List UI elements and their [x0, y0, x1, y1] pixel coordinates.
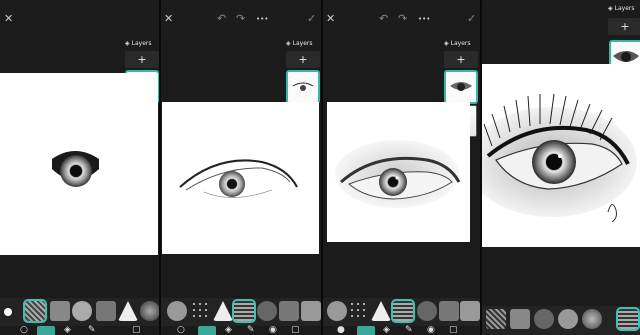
- drawing-canvas[interactable]: [482, 64, 640, 247]
- brush-selector: [0, 298, 160, 326]
- layers-stack-icon: ◈: [608, 4, 613, 12]
- texture-brush[interactable]: [510, 309, 530, 329]
- charcoal-brush[interactable]: [232, 299, 256, 323]
- layers-header: ◈ Layers: [125, 36, 160, 50]
- layers-title: Layers: [450, 39, 471, 47]
- charcoal-brush[interactable]: [486, 309, 506, 329]
- layers-stack-icon: ◈: [125, 39, 130, 47]
- add-layer-button[interactable]: +: [286, 51, 320, 68]
- eraser-icon[interactable]: ◈: [64, 325, 71, 335]
- step-panel-4: ◈ Layers +: [482, 0, 640, 335]
- layers-header: ◈ Layers: [444, 36, 480, 50]
- color-swatch-icon[interactable]: ○: [177, 325, 185, 335]
- charcoal-brush[interactable]: [23, 299, 47, 323]
- ink-brush[interactable]: [118, 301, 138, 321]
- soft-brush[interactable]: [582, 309, 602, 329]
- color-swatch-icon[interactable]: ○: [20, 325, 28, 335]
- charcoal-brush[interactable]: [391, 299, 415, 323]
- add-layer-button[interactable]: +: [125, 51, 159, 68]
- brush-tool-active[interactable]: [357, 326, 375, 335]
- soft-brush[interactable]: [301, 301, 321, 321]
- round-brush[interactable]: [4, 308, 12, 316]
- smudge-icon[interactable]: ✎: [405, 325, 413, 335]
- select-icon[interactable]: ▢: [291, 325, 300, 335]
- eye-drawing: [335, 140, 461, 208]
- brush-tool-active[interactable]: [198, 326, 216, 335]
- layer-thumbnail-active[interactable]: [444, 70, 478, 104]
- soft-brush[interactable]: [460, 301, 480, 321]
- texture-brush[interactable]: [327, 301, 347, 321]
- blend-brush[interactable]: [558, 309, 578, 329]
- eye-drawing: [52, 151, 99, 187]
- layers-title: Layers: [292, 39, 313, 47]
- sponge-brush[interactable]: [417, 301, 437, 321]
- blend-brush[interactable]: [439, 301, 459, 321]
- eye-drawing: [179, 159, 298, 198]
- eye-drawing: [482, 93, 637, 223]
- top-toolbar: ✕ ↶ ↷ ••• ✓: [323, 0, 480, 40]
- layers-header: ◈ Layers: [286, 36, 321, 50]
- close-icon[interactable]: ✕: [326, 13, 335, 25]
- layers-stack-icon: ◈: [444, 39, 449, 47]
- top-toolbar: ✕ ↶ ↷ ••• ✓: [161, 0, 321, 40]
- texture-brush[interactable]: [167, 301, 187, 321]
- close-icon[interactable]: ✕: [164, 13, 173, 25]
- fill-icon[interactable]: ◉: [427, 325, 435, 335]
- fill-icon[interactable]: ◉: [269, 325, 277, 335]
- spray-brush[interactable]: [616, 307, 640, 331]
- step-panel-3: ✕ ↶ ↷ ••• ✓ ◈ Layers + ● ◈ ✎ ◉ ▢: [323, 0, 480, 335]
- sponge-brush[interactable]: [96, 301, 116, 321]
- layer-preview-art: [292, 82, 314, 91]
- spray-brush[interactable]: [349, 301, 369, 321]
- layers-stack-icon: ◈: [286, 39, 291, 47]
- layers-title: Layers: [614, 4, 635, 12]
- undo-icon[interactable]: ↶: [217, 13, 226, 25]
- sponge-brush[interactable]: [534, 309, 554, 329]
- undo-icon[interactable]: ↶: [379, 13, 388, 25]
- blend-brush[interactable]: [50, 301, 70, 321]
- select-icon[interactable]: ▢: [449, 325, 458, 335]
- redo-icon[interactable]: ↷: [398, 13, 407, 25]
- top-toolbar: ✕: [0, 0, 160, 40]
- drawing-canvas[interactable]: [0, 73, 158, 255]
- add-layer-button[interactable]: +: [608, 18, 640, 35]
- bottom-toolbar: ● ◈ ✎ ◉ ▢: [323, 325, 480, 335]
- brush-selector: [161, 298, 321, 326]
- confirm-icon[interactable]: ✓: [307, 13, 316, 25]
- layers-title: Layers: [131, 39, 152, 47]
- drawing-canvas[interactable]: [162, 102, 319, 254]
- more-icon[interactable]: •••: [418, 13, 430, 25]
- eraser-icon[interactable]: ◈: [383, 325, 390, 335]
- step-panel-1: ✕ ◈ Layers + ○ ◈ ✎ ▢: [0, 0, 160, 335]
- more-icon[interactable]: •••: [256, 13, 268, 25]
- step-panel-2: ✕ ↶ ↷ ••• ✓ ◈ Layers + ○ ◈ ✎ ◉ ▢: [161, 0, 321, 335]
- drawing-canvas[interactable]: [327, 102, 470, 242]
- brush-selector: [482, 306, 640, 335]
- brush-tool-active[interactable]: [37, 326, 55, 335]
- ink-brush[interactable]: [213, 301, 233, 321]
- soft-brush[interactable]: [140, 301, 160, 321]
- bottom-toolbar: ○ ◈ ✎ ▢: [0, 325, 160, 335]
- layer-preview-art: [450, 82, 472, 91]
- close-icon[interactable]: ✕: [4, 13, 13, 25]
- sponge-brush[interactable]: [257, 301, 277, 321]
- blend-brush[interactable]: [279, 301, 299, 321]
- brush-selector: [323, 298, 480, 326]
- color-swatch-icon[interactable]: ●: [337, 325, 345, 335]
- select-icon[interactable]: ▢: [132, 325, 141, 335]
- layer-thumbnail-active[interactable]: [286, 70, 320, 104]
- redo-icon[interactable]: ↷: [236, 13, 245, 25]
- ink-brush[interactable]: [371, 301, 391, 321]
- spray-brush[interactable]: [191, 301, 211, 321]
- layers-header: ◈ Layers: [608, 1, 640, 15]
- eraser-icon[interactable]: ◈: [225, 325, 232, 335]
- smudge-icon[interactable]: ✎: [247, 325, 255, 335]
- add-layer-button[interactable]: +: [444, 51, 478, 68]
- texture-brush[interactable]: [72, 301, 92, 321]
- bottom-toolbar: ○ ◈ ✎ ◉ ▢: [161, 325, 321, 335]
- confirm-icon[interactable]: ✓: [467, 13, 476, 25]
- smudge-icon[interactable]: ✎: [88, 325, 96, 335]
